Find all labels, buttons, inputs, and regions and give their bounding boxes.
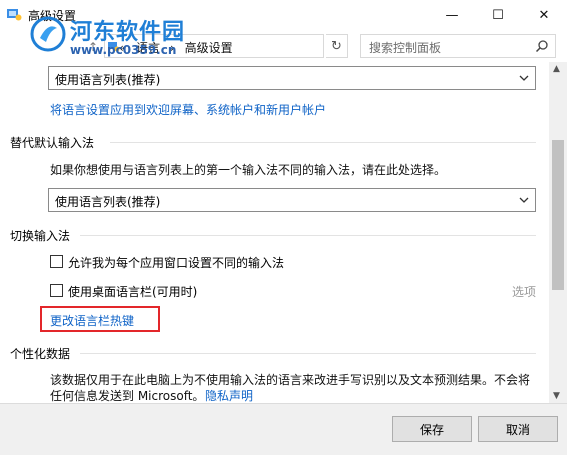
default-input-dropdown[interactable]: 使用语言列表(推荐) <box>48 188 536 212</box>
apply-settings-link[interactable]: 将语言设置应用到欢迎屏幕、系统帐户和新用户帐户 <box>50 101 326 118</box>
search-input[interactable]: 搜索控制面板 <box>360 34 556 58</box>
scroll-down-icon[interactable]: ▼ <box>553 391 560 401</box>
minimize-button[interactable]: — <box>429 0 475 30</box>
search-icon[interactable] <box>535 39 549 53</box>
breadcrumb-overflow[interactable]: « <box>119 41 126 55</box>
per-app-input-label[interactable]: 允许我为每个应用窗口设置不同的输入法 <box>68 254 284 271</box>
maximize-button[interactable]: ☐ <box>475 0 521 30</box>
up-arrow-icon[interactable]: ↑ <box>84 38 102 56</box>
per-app-input-checkbox[interactable] <box>50 255 63 268</box>
display-language-value: 使用语言列表(推荐) <box>55 73 161 87</box>
desktop-language-bar-label[interactable]: 使用桌面语言栏(可用时) <box>68 283 197 300</box>
cancel-button[interactable]: 取消 <box>478 416 558 442</box>
settings-content: 使用语言列表(推荐) 将语言设置应用到欢迎屏幕、系统帐户和新用户帐户 替代默认输… <box>0 62 549 403</box>
scroll-up-icon[interactable]: ▲ <box>553 64 560 74</box>
address-toolbar: ↑ « 语言 › 高级设置 ⌄ ↻ 搜索控制面板 <box>0 30 567 62</box>
breadcrumb-language[interactable]: 语言 <box>136 41 160 55</box>
refresh-icon[interactable]: ↻ <box>326 34 348 58</box>
personalization-title: 个性化数据 <box>10 347 71 361</box>
address-bar[interactable]: « 语言 › 高级设置 ⌄ <box>104 34 416 58</box>
scroll-thumb[interactable] <box>552 140 564 290</box>
default-input-value: 使用语言列表(推荐) <box>55 195 161 209</box>
display-language-dropdown[interactable]: 使用语言列表(推荐) <box>48 66 536 90</box>
chevron-down-icon <box>519 197 529 203</box>
divider <box>110 142 536 143</box>
title-bar: 高级设置 — ☐ ✕ <box>0 0 567 30</box>
desktop-language-bar-checkbox[interactable] <box>50 284 63 297</box>
vertical-scrollbar[interactable]: ▲ ▼ <box>549 62 567 403</box>
divider <box>80 235 536 236</box>
personalization-description-1: 该数据仅用于在此电脑上为不使用输入法的语言来改进手写识别以及文本预测结果。不会将 <box>50 373 531 387</box>
search-placeholder: 搜索控制面板 <box>369 41 442 55</box>
divider <box>80 353 536 354</box>
personalization-description-2: 任何信息发送到 Microsoft。 <box>50 389 205 403</box>
switch-input-title: 切换输入法 <box>10 229 71 243</box>
change-hotkeys-link[interactable]: 更改语言栏热键 <box>50 312 134 329</box>
breadcrumb-advanced-settings[interactable]: 高级设置 <box>185 41 233 55</box>
default-input-description: 如果你想使用与语言列表上的第一个输入法不同的输入法，请在此处选择。 <box>50 163 447 177</box>
window-title: 高级设置 <box>28 9 77 23</box>
control-panel-icon <box>7 9 22 21</box>
close-button[interactable]: ✕ <box>521 0 567 30</box>
breadcrumb-separator: › <box>170 41 175 55</box>
save-button[interactable]: 保存 <box>392 416 472 442</box>
chevron-down-icon <box>519 75 529 81</box>
options-link[interactable]: 选项 <box>512 283 536 300</box>
default-input-title: 替代默认输入法 <box>10 136 95 150</box>
breadcrumb: « 语言 › 高级设置 <box>119 39 239 56</box>
privacy-link[interactable]: 隐私声明 <box>205 387 253 403</box>
dialog-footer: 保存 取消 <box>0 403 567 455</box>
